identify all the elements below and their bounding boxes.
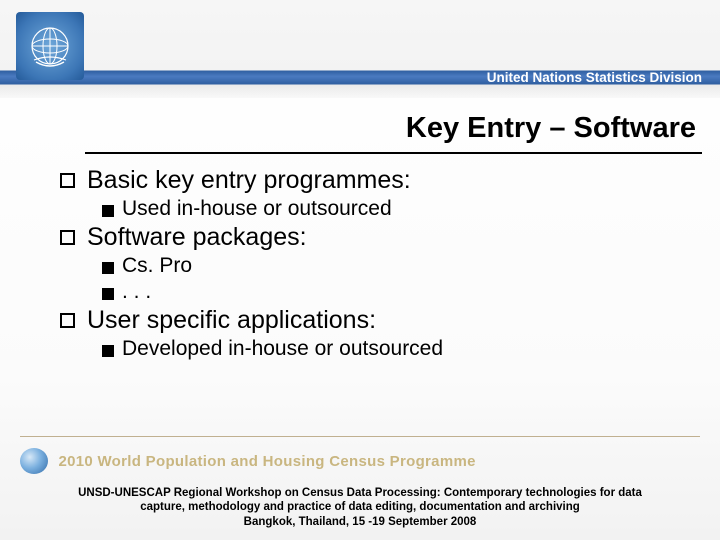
census-programme-band: 2010 World Population and Housing Census…	[20, 448, 705, 474]
bullet-text: . . .	[122, 280, 151, 304]
filled-square-icon	[102, 345, 114, 357]
un-logo-icon	[16, 12, 84, 80]
header-bar: United Nations Statistics Division	[0, 0, 720, 98]
bullet-level2: . . .	[102, 280, 690, 304]
content-area: Basic key entry programmes: Used in-hous…	[60, 166, 690, 363]
filled-square-icon	[102, 205, 114, 217]
bullet-text: Used in-house or outsourced	[122, 197, 392, 221]
slide: United Nations Statistics Division Key E…	[0, 0, 720, 540]
header-org-label: United Nations Statistics Division	[487, 70, 702, 85]
census-band-text: 2010 World Population and Housing Census…	[58, 453, 475, 470]
bullet-text: User specific applications:	[87, 306, 376, 335]
bullet-text: Basic key entry programmes:	[87, 166, 411, 195]
bullet-level2: Used in-house or outsourced	[102, 197, 690, 221]
divider-line	[20, 436, 700, 437]
filled-square-icon	[102, 288, 114, 300]
slide-title: Key Entry – Software	[406, 112, 696, 145]
bullet-level2: Cs. Pro	[102, 254, 690, 278]
bullet-level2: Developed in-house or outsourced	[102, 337, 690, 361]
hollow-square-icon	[60, 173, 75, 188]
footer-text: UNSD-UNESCAP Regional Workshop on Census…	[30, 486, 690, 529]
globe-icon	[20, 448, 48, 474]
hollow-square-icon	[60, 230, 75, 245]
bullet-text: Developed in-house or outsourced	[122, 337, 443, 361]
hollow-square-icon	[60, 313, 75, 328]
filled-square-icon	[102, 262, 114, 274]
title-underline	[85, 152, 702, 154]
bullet-level1: Basic key entry programmes:	[60, 166, 690, 195]
footer-line: capture, methodology and practice of dat…	[30, 500, 690, 514]
footer-line: Bangkok, Thailand, 15 -19 September 2008	[30, 515, 690, 529]
bullet-level1: User specific applications:	[60, 306, 690, 335]
footer-line: UNSD-UNESCAP Regional Workshop on Census…	[30, 486, 690, 500]
bullet-level1: Software packages:	[60, 223, 690, 252]
bullet-text: Cs. Pro	[122, 254, 192, 278]
bullet-text: Software packages:	[87, 223, 307, 252]
